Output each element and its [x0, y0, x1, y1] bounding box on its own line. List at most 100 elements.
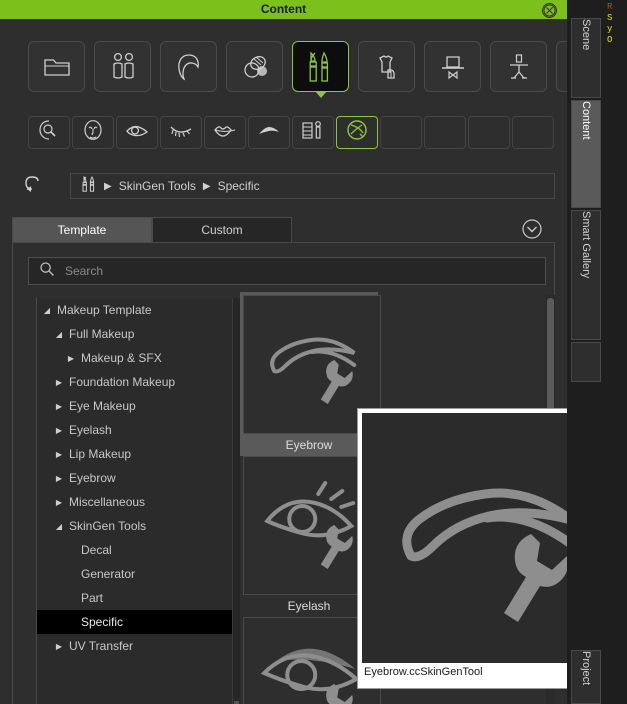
tree-node-label: SkinGen Tools	[69, 519, 147, 533]
tab-custom[interactable]: Custom	[152, 217, 292, 242]
hat-bowtie-icon	[438, 53, 468, 81]
tree-node-label: Makeup & SFX	[81, 351, 162, 365]
panel-body: ▶ SkinGen Tools ▶ Specific Template Cust…	[0, 19, 616, 704]
expand-toggle-icon[interactable]: ◢	[53, 330, 65, 339]
toolbar2-item-empty-3[interactable]	[468, 116, 510, 149]
tab-template[interactable]: Template	[12, 217, 152, 242]
toolbar-item-pose[interactable]	[490, 41, 547, 92]
window-titlebar: Content	[0, 0, 567, 19]
collapse-toggle-icon[interactable]: ▶	[65, 354, 77, 363]
tree-node[interactable]: ▶ UV Transfer	[37, 634, 234, 658]
breadcrumb-item-1[interactable]: Specific	[218, 179, 260, 193]
toolbar2-item-eyebrow[interactable]	[248, 116, 290, 149]
tree-node-label: Foundation Makeup	[69, 375, 176, 389]
toolbar2-item-face[interactable]	[72, 116, 114, 149]
undo-arrow-icon	[20, 176, 44, 201]
eyebrow-wrench-icon	[257, 312, 367, 417]
breadcrumb-item-0[interactable]: SkinGen Tools	[119, 179, 196, 193]
search-placeholder: Search	[65, 264, 104, 278]
edge-text-line: R	[607, 2, 613, 12]
content-panel-window: Content ▶ SkinGen Tools ▶ Specific Templ…	[0, 0, 627, 704]
eye-icon	[124, 120, 150, 145]
toolbar-item-hair[interactable]	[160, 41, 217, 92]
toolbar-item-accessory[interactable]	[424, 41, 481, 92]
cosmetics-palette-icon	[240, 53, 270, 81]
side-tab-content[interactable]: Content	[571, 100, 601, 208]
two-characters-icon	[108, 51, 138, 83]
toolbar-item-character[interactable]	[94, 41, 151, 92]
collapse-toggle-icon[interactable]: ▶	[53, 402, 65, 411]
toolbar2-item-empty-4[interactable]	[512, 116, 554, 149]
breadcrumb[interactable]: ▶ SkinGen Tools ▶ Specific	[70, 173, 555, 199]
toolbar2-item-lip[interactable]	[204, 116, 246, 149]
toolbar-item-cloth[interactable]	[358, 41, 415, 92]
toolbar2-item-skin[interactable]	[28, 116, 70, 149]
eyelash-wrench-icon	[257, 473, 367, 578]
collapse-toggle-icon[interactable]: ▶	[53, 474, 65, 483]
collapse-toggle-icon[interactable]: ▶	[53, 426, 65, 435]
tree-node-label: Eye Makeup	[69, 399, 136, 413]
toolbar2-item-skingen[interactable]	[336, 116, 378, 149]
edge-text-line: O	[607, 35, 613, 45]
pose-figure-icon	[505, 52, 533, 82]
toolbar2-item-empty-1[interactable]	[380, 116, 422, 149]
toolbar2-item-eye[interactable]	[116, 116, 158, 149]
tree-node[interactable]: ▶ Eyelash	[37, 418, 234, 442]
tab-bar: Template Custom	[12, 217, 292, 242]
toolbar-item-folder[interactable]	[28, 41, 85, 92]
grid-scrollbar-thumb[interactable]	[547, 298, 554, 413]
tree-node[interactable]: Decal	[37, 538, 234, 562]
tree-node-label: Eyelash	[69, 423, 112, 437]
lips-icon	[212, 121, 238, 144]
expand-toggle-icon[interactable]: ◢	[53, 522, 65, 531]
tree-node-label: Makeup Template	[57, 303, 152, 317]
makeup-kit-icon	[301, 119, 325, 146]
tree-node[interactable]: ◢ Full Makeup	[37, 322, 234, 346]
eyeshadow-wrench-icon	[257, 634, 367, 704]
primary-toolbar	[28, 41, 613, 98]
toolbar2-item-empty-2[interactable]	[424, 116, 466, 149]
collapse-toggle-icon[interactable]: ▶	[53, 378, 65, 387]
side-tab-smart-gallery[interactable]: Smart Gallery	[571, 210, 601, 340]
tree-node-label: Full Makeup	[69, 327, 135, 341]
tree-node[interactable]: ◢ Makeup Template	[37, 298, 234, 322]
makeup-brushes-icon	[307, 50, 335, 84]
hair-icon	[174, 52, 204, 82]
tree-node[interactable]: Generator	[37, 562, 234, 586]
tree-node[interactable]: ▶ Miscellaneous	[37, 490, 234, 514]
tree-node[interactable]: ▶ Makeup & SFX	[37, 346, 234, 370]
side-tab-label: Smart Gallery	[580, 211, 592, 279]
tree-node[interactable]: ▶ Eyebrow	[37, 466, 234, 490]
toolbar-item-makeup[interactable]	[292, 41, 349, 98]
side-tab-label: Scene	[580, 19, 592, 51]
tree-node-label: Lip Makeup	[69, 447, 132, 461]
collapse-toggle-icon[interactable]: ▶	[53, 642, 65, 651]
toolbar2-item-makeup-kit[interactable]	[292, 116, 334, 149]
tree-node[interactable]: ▶ Eye Makeup	[37, 394, 234, 418]
collapse-toggle-icon[interactable]: ▶	[53, 498, 65, 507]
search-icon	[39, 261, 55, 282]
side-tab-extra[interactable]	[571, 342, 601, 382]
back-button[interactable]	[20, 175, 44, 197]
collapse-toggle-icon[interactable]: ▶	[53, 450, 65, 459]
search-input[interactable]: Search	[28, 257, 546, 285]
side-tab-scene[interactable]: Scene	[571, 18, 601, 98]
tree-node[interactable]: Part	[37, 586, 234, 610]
close-icon[interactable]	[542, 3, 557, 18]
tree-scrollbar[interactable]	[232, 298, 240, 704]
expand-toggle-icon[interactable]: ◢	[41, 306, 53, 315]
tree-node-label: Decal	[81, 543, 112, 557]
toolbar-item-cosmetics[interactable]	[226, 41, 283, 92]
tree-node[interactable]: ▶ Lip Makeup	[37, 442, 234, 466]
tree-node[interactable]: ▶ Foundation Makeup	[37, 370, 234, 394]
edge-text-line: S	[607, 13, 613, 23]
eyelash-icon	[168, 120, 194, 145]
chevron-down-circle-icon[interactable]	[521, 218, 543, 240]
tree-node[interactable]: Specific	[37, 610, 234, 634]
tree-node[interactable]: ◢ SkinGen Tools	[37, 514, 234, 538]
eyebrow-wrench-icon	[379, 428, 594, 648]
toolbar2-item-eyelash[interactable]	[160, 116, 202, 149]
skingen-icon	[345, 118, 369, 147]
edge-text-line: y	[607, 24, 613, 34]
side-tab-project[interactable]: Project	[571, 650, 601, 704]
